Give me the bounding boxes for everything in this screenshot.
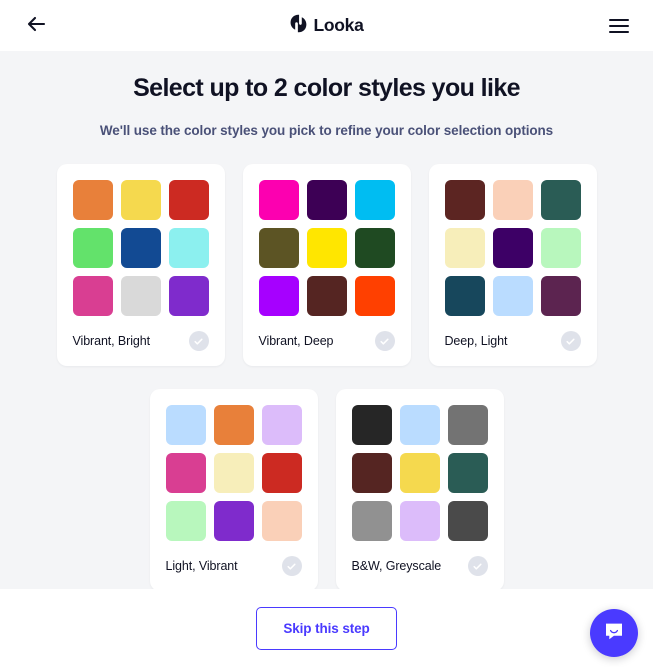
color-swatch (447, 501, 488, 541)
check-circle-icon[interactable] (188, 331, 209, 351)
color-style-label: Vibrant, Deep (258, 334, 334, 348)
menu-button[interactable] (603, 10, 635, 42)
color-swatch (492, 180, 533, 220)
color-style-card[interactable]: Deep, Light (428, 164, 597, 366)
check-circle-icon[interactable] (374, 331, 395, 351)
color-swatch (444, 276, 485, 316)
color-style-label: B&W, Greyscale (351, 559, 442, 573)
color-swatch (399, 405, 440, 445)
swatch-grid (165, 405, 302, 541)
hamburger-menu-icon (609, 18, 629, 33)
color-style-label: Deep, Light (444, 334, 508, 348)
color-style-card-list: Vibrant, Bright Vibrant, Deep Deep, Light … (0, 164, 653, 589)
color-swatch (354, 180, 395, 220)
color-swatch (399, 453, 440, 493)
check-circle-icon[interactable] (467, 556, 488, 576)
main-content: Select up to 2 color styles you like We'… (0, 51, 653, 589)
color-swatch (306, 276, 347, 316)
color-swatch (213, 501, 254, 541)
color-style-card[interactable]: Vibrant, Deep (242, 164, 411, 366)
card-footer: Vibrant, Deep (259, 316, 395, 366)
color-swatch (540, 228, 581, 268)
color-swatch (444, 180, 485, 220)
page-title: Select up to 2 color styles you like (133, 74, 520, 102)
color-style-label: Light, Vibrant (165, 559, 238, 573)
color-swatch (120, 276, 161, 316)
color-swatch (354, 228, 395, 268)
color-swatch (444, 228, 485, 268)
card-footer: Light, Vibrant (166, 541, 302, 589)
color-swatch (165, 501, 206, 541)
color-swatch (351, 501, 392, 541)
card-row-bottom: Light, Vibrant B&W, Greyscale (0, 389, 653, 589)
color-swatch (492, 228, 533, 268)
swatch-grid (444, 180, 581, 316)
color-swatch (213, 405, 254, 445)
color-swatch (447, 405, 488, 445)
color-swatch (261, 501, 302, 541)
card-footer: Deep, Light (445, 316, 581, 366)
color-swatch (447, 453, 488, 493)
skip-this-step-button[interactable]: Skip this step (256, 606, 397, 650)
color-swatch (120, 180, 161, 220)
color-swatch (213, 453, 254, 493)
arrow-left-icon (27, 16, 46, 35)
color-swatch (258, 228, 299, 268)
color-swatch (351, 453, 392, 493)
looka-logo-icon (289, 14, 306, 38)
color-swatch (168, 180, 209, 220)
color-swatch (72, 228, 113, 268)
color-swatch (540, 180, 581, 220)
color-swatch (258, 180, 299, 220)
color-swatch (165, 453, 206, 493)
color-style-card[interactable]: Light, Vibrant (149, 389, 318, 589)
page-subtitle: We'll use the color styles you pick to r… (99, 123, 554, 138)
brand-logo[interactable]: Looka (289, 14, 364, 38)
swatch-grid (351, 405, 488, 541)
swatch-grid (258, 180, 395, 316)
chat-launcher-button[interactable] (590, 609, 638, 657)
color-style-card[interactable]: B&W, Greyscale (335, 389, 504, 589)
color-swatch (261, 405, 302, 445)
card-row-top: Vibrant, Bright Vibrant, Deep Deep, Light (0, 164, 653, 366)
color-swatch (72, 180, 113, 220)
color-swatch (120, 228, 161, 268)
color-swatch (168, 228, 209, 268)
back-button[interactable] (20, 10, 52, 42)
color-swatch (306, 180, 347, 220)
color-swatch (261, 453, 302, 493)
color-swatch (258, 276, 299, 316)
color-swatch (540, 276, 581, 316)
color-style-card[interactable]: Vibrant, Bright (56, 164, 225, 366)
brand-name: Looka (313, 14, 364, 35)
app-header: Looka (0, 0, 653, 51)
color-swatch (351, 405, 392, 445)
color-swatch (399, 501, 440, 541)
color-swatch (306, 228, 347, 268)
color-swatch (168, 276, 209, 316)
color-swatch (354, 276, 395, 316)
check-circle-icon[interactable] (281, 556, 302, 576)
color-style-picker-page: Looka Select up to 2 color styles you li… (0, 0, 653, 667)
check-circle-icon[interactable] (560, 331, 581, 351)
color-swatch (72, 276, 113, 316)
color-style-label: Vibrant, Bright (72, 334, 151, 348)
swatch-grid (72, 180, 209, 316)
card-footer: Vibrant, Bright (73, 316, 209, 366)
color-swatch (165, 405, 206, 445)
color-swatch (492, 276, 533, 316)
page-footer: Skip this step (0, 589, 653, 667)
card-footer: B&W, Greyscale (352, 541, 488, 589)
chat-bubble-icon (603, 621, 625, 646)
